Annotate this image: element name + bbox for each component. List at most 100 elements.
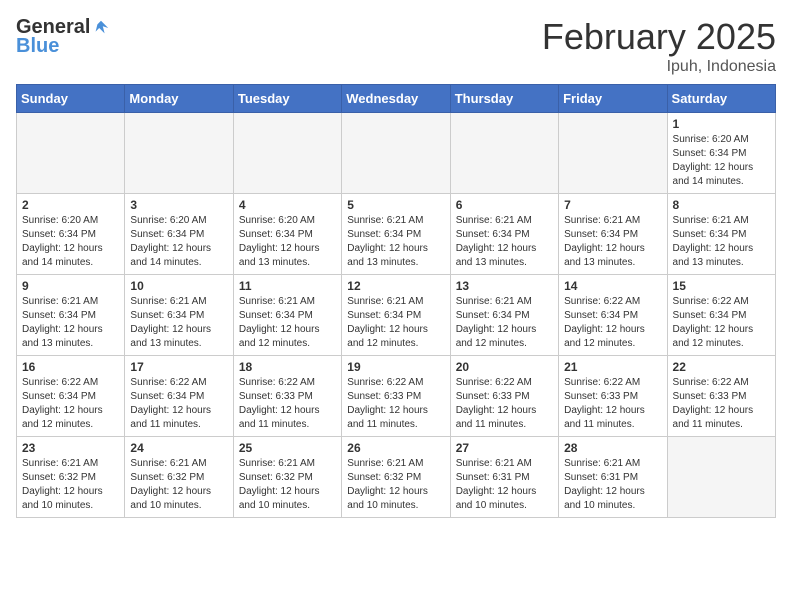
calendar-day-cell: 1 Sunrise: 6:20 AM Sunset: 6:34 PM Daylig… — [667, 113, 775, 194]
calendar-day-cell: 13 Sunrise: 6:21 AM Sunset: 6:34 PM Dayli… — [450, 275, 558, 356]
calendar-day-cell: 3Sunrise: 6:20 AM Sunset: 6:34 PM Daylig… — [125, 194, 233, 275]
calendar-day-cell: 26 Sunrise: 6:21 AM Sunset: 6:32 PM Dayli… — [342, 437, 450, 518]
day-number: 2 — [22, 198, 119, 212]
day-info: Sunrise: 6:20 AM Sunset: 6:34 PM Dayligh… — [673, 133, 770, 189]
calendar-day-cell: 4Sunrise: 6:20 AM Sunset: 6:34 PM Daylig… — [233, 194, 341, 275]
day-number: 26 — [347, 441, 444, 455]
month-title: February 2025 — [542, 16, 776, 58]
calendar-week-row: 2 Sunrise: 6:20 AM Sunset: 6:34 PM Daylig… — [17, 194, 776, 275]
logo-bird-icon — [92, 19, 110, 37]
day-number: 27 — [456, 441, 553, 455]
weekday-header-friday: Friday — [559, 85, 667, 113]
day-info: Sunrise: 6:22 AM Sunset: 6:33 PM Dayligh… — [673, 376, 770, 432]
day-info: Sunrise: 6:21 AM Sunset: 6:34 PM Dayligh… — [239, 295, 336, 351]
calendar-day-cell: 8Sunrise: 6:21 AM Sunset: 6:34 PM Daylig… — [667, 194, 775, 275]
day-number: 21 — [564, 360, 661, 374]
calendar-day-cell: 21 Sunrise: 6:22 AM Sunset: 6:33 PM Dayli… — [559, 356, 667, 437]
day-info: Sunrise: 6:21 AM Sunset: 6:32 PM Dayligh… — [239, 457, 336, 513]
calendar-day-cell: 15Sunrise: 6:22 AM Sunset: 6:34 PM Dayli… — [667, 275, 775, 356]
day-number: 10 — [130, 279, 227, 293]
calendar-day-cell: 17 Sunrise: 6:22 AM Sunset: 6:34 PM Dayli… — [125, 356, 233, 437]
day-number: 5 — [347, 198, 444, 212]
day-info: Sunrise: 6:21 AM Sunset: 6:32 PM Dayligh… — [347, 457, 444, 513]
day-number: 23 — [22, 441, 119, 455]
day-info: Sunrise: 6:21 AM Sunset: 6:34 PM Dayligh… — [456, 214, 553, 270]
calendar-week-row: 16 Sunrise: 6:22 AM Sunset: 6:34 PM Dayli… — [17, 356, 776, 437]
calendar-day-cell — [450, 113, 558, 194]
calendar-week-row: 1 Sunrise: 6:20 AM Sunset: 6:34 PM Daylig… — [17, 113, 776, 194]
calendar-day-cell: 5Sunrise: 6:21 AM Sunset: 6:34 PM Daylig… — [342, 194, 450, 275]
calendar-day-cell: 27 Sunrise: 6:21 AM Sunset: 6:31 PM Dayli… — [450, 437, 558, 518]
day-info: Sunrise: 6:21 AM Sunset: 6:32 PM Dayligh… — [130, 457, 227, 513]
day-info: Sunrise: 6:21 AM Sunset: 6:34 PM Dayligh… — [130, 295, 227, 351]
day-info: Sunrise: 6:21 AM Sunset: 6:31 PM Dayligh… — [456, 457, 553, 513]
weekday-header-row: SundayMondayTuesdayWednesdayThursdayFrid… — [17, 85, 776, 113]
day-number: 8 — [673, 198, 770, 212]
day-number: 18 — [239, 360, 336, 374]
day-number: 1 — [673, 117, 770, 131]
day-info: Sunrise: 6:20 AM Sunset: 6:34 PM Dayligh… — [130, 214, 227, 270]
weekday-header-saturday: Saturday — [667, 85, 775, 113]
location-subtitle: Ipuh, Indonesia — [542, 58, 776, 76]
day-number: 22 — [673, 360, 770, 374]
day-info: Sunrise: 6:22 AM Sunset: 6:34 PM Dayligh… — [22, 376, 119, 432]
day-number: 19 — [347, 360, 444, 374]
day-number: 7 — [564, 198, 661, 212]
day-info: Sunrise: 6:21 AM Sunset: 6:34 PM Dayligh… — [564, 214, 661, 270]
day-number: 16 — [22, 360, 119, 374]
calendar-day-cell — [17, 113, 125, 194]
calendar-day-cell: 6 Sunrise: 6:21 AM Sunset: 6:34 PM Daylig… — [450, 194, 558, 275]
day-info: Sunrise: 6:22 AM Sunset: 6:34 PM Dayligh… — [564, 295, 661, 351]
calendar-day-cell: 10 Sunrise: 6:21 AM Sunset: 6:34 PM Dayli… — [125, 275, 233, 356]
calendar-day-cell: 20 Sunrise: 6:22 AM Sunset: 6:33 PM Dayli… — [450, 356, 558, 437]
weekday-header-thursday: Thursday — [450, 85, 558, 113]
day-number: 28 — [564, 441, 661, 455]
weekday-header-wednesday: Wednesday — [342, 85, 450, 113]
calendar-day-cell — [559, 113, 667, 194]
weekday-header-monday: Monday — [125, 85, 233, 113]
weekday-header-sunday: Sunday — [17, 85, 125, 113]
calendar-day-cell: 11 Sunrise: 6:21 AM Sunset: 6:34 PM Dayli… — [233, 275, 341, 356]
calendar-day-cell: 23 Sunrise: 6:21 AM Sunset: 6:32 PM Dayli… — [17, 437, 125, 518]
day-number: 15 — [673, 279, 770, 293]
day-number: 13 — [456, 279, 553, 293]
calendar-day-cell: 28Sunrise: 6:21 AM Sunset: 6:31 PM Dayli… — [559, 437, 667, 518]
day-number: 25 — [239, 441, 336, 455]
day-info: Sunrise: 6:21 AM Sunset: 6:34 PM Dayligh… — [347, 295, 444, 351]
calendar-day-cell: 7 Sunrise: 6:21 AM Sunset: 6:34 PM Daylig… — [559, 194, 667, 275]
day-info: Sunrise: 6:22 AM Sunset: 6:33 PM Dayligh… — [456, 376, 553, 432]
calendar-day-cell — [125, 113, 233, 194]
day-info: Sunrise: 6:21 AM Sunset: 6:34 PM Dayligh… — [22, 295, 119, 351]
day-info: Sunrise: 6:21 AM Sunset: 6:34 PM Dayligh… — [456, 295, 553, 351]
logo: General Blue — [16, 16, 110, 58]
day-info: Sunrise: 6:22 AM Sunset: 6:33 PM Dayligh… — [347, 376, 444, 432]
day-info: Sunrise: 6:22 AM Sunset: 6:34 PM Dayligh… — [130, 376, 227, 432]
logo-blue-text: Blue — [16, 35, 59, 57]
day-number: 11 — [239, 279, 336, 293]
calendar-day-cell: 16 Sunrise: 6:22 AM Sunset: 6:34 PM Dayli… — [17, 356, 125, 437]
calendar-day-cell: 12 Sunrise: 6:21 AM Sunset: 6:34 PM Dayli… — [342, 275, 450, 356]
day-number: 9 — [22, 279, 119, 293]
day-info: Sunrise: 6:22 AM Sunset: 6:33 PM Dayligh… — [239, 376, 336, 432]
day-number: 14 — [564, 279, 661, 293]
day-number: 6 — [456, 198, 553, 212]
calendar-day-cell: 18 Sunrise: 6:22 AM Sunset: 6:33 PM Dayli… — [233, 356, 341, 437]
calendar-day-cell — [342, 113, 450, 194]
day-number: 12 — [347, 279, 444, 293]
page-header: General Blue February 2025 Ipuh, Indones… — [16, 16, 776, 76]
calendar-week-row: 9 Sunrise: 6:21 AM Sunset: 6:34 PM Daylig… — [17, 275, 776, 356]
calendar-day-cell — [233, 113, 341, 194]
calendar-week-row: 23 Sunrise: 6:21 AM Sunset: 6:32 PM Dayli… — [17, 437, 776, 518]
calendar-table: SundayMondayTuesdayWednesdayThursdayFrid… — [16, 84, 776, 518]
calendar-day-cell: 2 Sunrise: 6:20 AM Sunset: 6:34 PM Daylig… — [17, 194, 125, 275]
day-info: Sunrise: 6:21 AM Sunset: 6:32 PM Dayligh… — [22, 457, 119, 513]
day-info: Sunrise: 6:22 AM Sunset: 6:33 PM Dayligh… — [564, 376, 661, 432]
calendar-day-cell: 9 Sunrise: 6:21 AM Sunset: 6:34 PM Daylig… — [17, 275, 125, 356]
day-number: 24 — [130, 441, 227, 455]
calendar-day-cell — [667, 437, 775, 518]
calendar-day-cell: 25 Sunrise: 6:21 AM Sunset: 6:32 PM Dayli… — [233, 437, 341, 518]
day-info: Sunrise: 6:20 AM Sunset: 6:34 PM Dayligh… — [22, 214, 119, 270]
calendar-day-cell: 14 Sunrise: 6:22 AM Sunset: 6:34 PM Dayli… — [559, 275, 667, 356]
day-number: 20 — [456, 360, 553, 374]
day-number: 17 — [130, 360, 227, 374]
